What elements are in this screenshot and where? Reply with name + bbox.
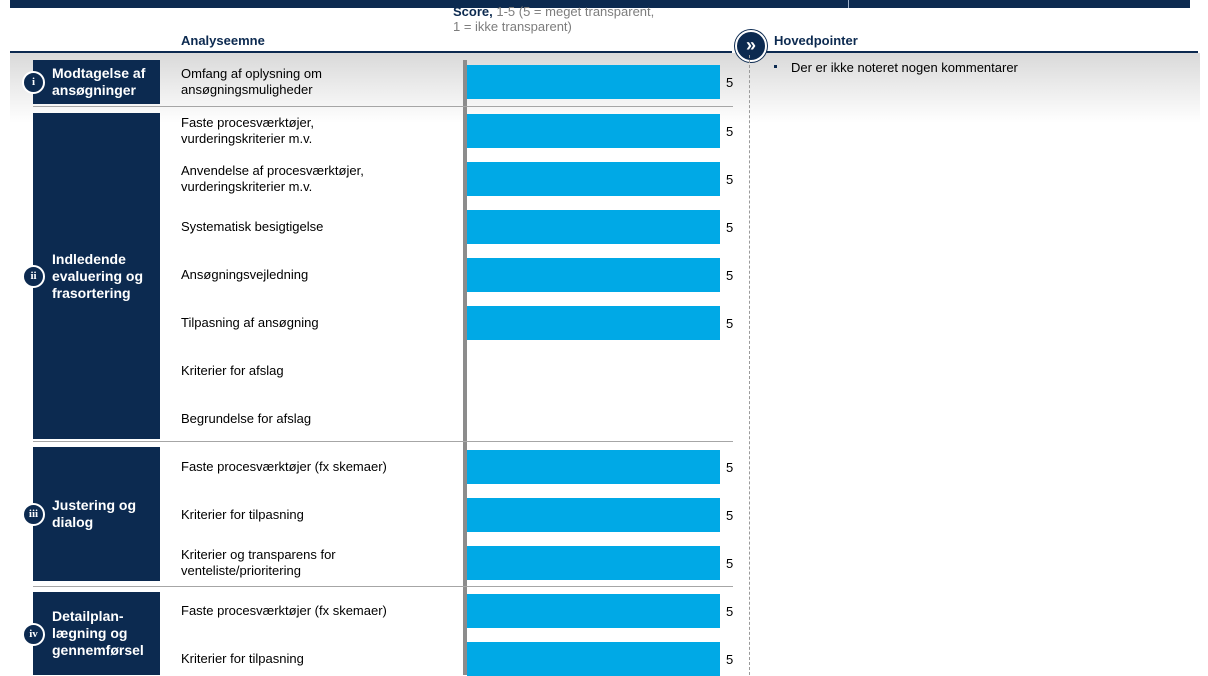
bar-value-label: 5 [726, 460, 734, 475]
main-point-item: Der er ikke noteret nogen kommentarer [774, 60, 1018, 75]
bar-value-label: 5 [726, 75, 734, 90]
stage-box: Modtagelse af ansøgninger [33, 60, 160, 104]
topic-label: Systematisk besigtigelse [181, 219, 324, 234]
bar-value-label: 5 [726, 220, 734, 235]
topic-label: Faste procesværktøjer, vurderingskriteri… [181, 115, 314, 146]
score-column-header: Score, 1-5 (5 = meget transparent, 1 = i… [453, 4, 654, 34]
chart-axis [463, 60, 467, 675]
topic-label: Omfang af oplysning om ansøgningsmulighe… [181, 66, 322, 97]
chart-bar [467, 114, 720, 148]
stage-box: Justering og dialog [33, 447, 160, 581]
stage-separator [33, 586, 733, 587]
topic-label: Begrundelse for afslag [181, 411, 312, 426]
stage-label: Indledende evaluering og frasortering [52, 250, 144, 301]
stage-separator [33, 106, 733, 107]
stage-box: Detailplan-lægning og gennemførsel [33, 592, 160, 675]
stage-box: Indledende evaluering og frasortering [33, 113, 160, 439]
chart-bar [467, 162, 720, 196]
score-label-rest: 1-5 (5 = meget transparent, [492, 4, 655, 19]
dashed-divider [749, 55, 750, 675]
score-label-bold: Score, [453, 4, 493, 19]
topic-label: Faste procesværktøjer (fx skemaer) [181, 603, 387, 618]
topic-label: Kriterier for tilpasning [181, 507, 304, 522]
chart-bar [467, 210, 720, 244]
bar-value-label: 5 [726, 652, 734, 667]
bar-value-label: 5 [726, 172, 734, 187]
bar-value-label: 5 [726, 316, 734, 331]
bar-value-label: 5 [726, 556, 734, 571]
topic-label: Faste procesværktøjer (fx skemaer) [181, 459, 387, 474]
chart-bar [467, 65, 720, 99]
topic-label: Anvendelse af procesværktøjer, vurdering… [181, 163, 364, 194]
banner-divider [848, 0, 849, 8]
stage-label: Detailplan-lægning og gennemførsel [52, 608, 144, 658]
stage-number-badge: ii [22, 265, 45, 288]
chart-bar [467, 306, 720, 340]
chart-bar [467, 546, 720, 580]
chart-bar [467, 498, 720, 532]
bar-value-label: 5 [726, 268, 734, 283]
bullet-icon [774, 65, 777, 69]
chart-bar [467, 642, 720, 676]
topic-label: Tilpasning af ansøgning [181, 315, 319, 330]
chart-bar [467, 594, 720, 628]
chart-bar [467, 258, 720, 292]
stage-number-badge: i [22, 71, 45, 94]
main-point-text: Der er ikke noteret nogen kommentarer [791, 60, 1018, 75]
topic-label: Kriterier for afslag [181, 363, 284, 378]
bar-value-label: 5 [726, 604, 734, 619]
topic-label: Ansøgningsvejledning [181, 267, 309, 282]
score-label-line2: 1 = ikke transparent) [453, 19, 572, 34]
stage-label: Justering og dialog [52, 497, 137, 530]
topic-column-header: Analyseemne [181, 33, 265, 48]
topic-label: Kriterier og transparens for venteliste/… [181, 547, 336, 578]
chart-bar [467, 450, 720, 484]
stage-separator [33, 441, 733, 442]
bar-value-label: 5 [726, 124, 734, 139]
bar-value-label: 5 [726, 508, 734, 523]
stage-number-badge: iv [22, 622, 45, 646]
stage-label: Modtagelse af ansøgninger [52, 65, 146, 98]
topic-label: Kriterier for tilpasning [181, 651, 304, 666]
double-chevron-right-icon: » [735, 30, 767, 62]
stage-number-badge: iii [22, 503, 45, 526]
main-points-header: Hovedpointer [774, 33, 858, 48]
